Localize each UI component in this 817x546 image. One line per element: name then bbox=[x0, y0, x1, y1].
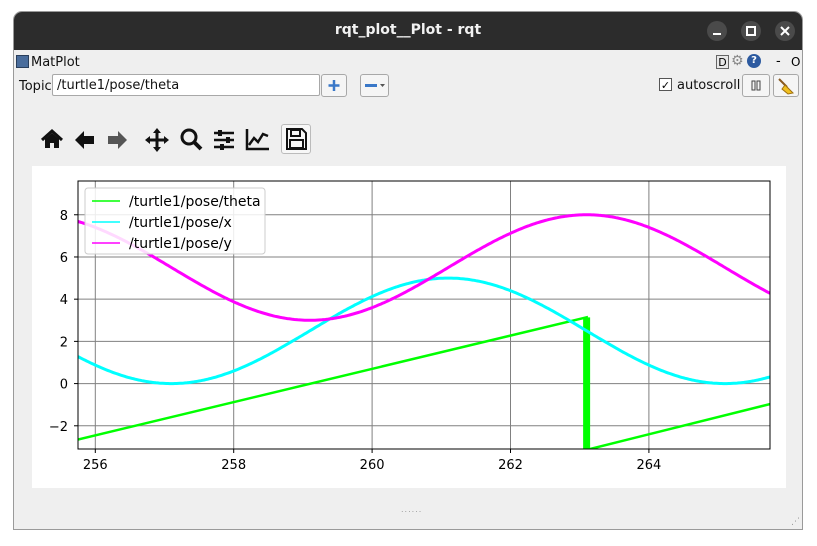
plugin-label: MatPlot bbox=[31, 55, 80, 70]
minimize-icon bbox=[713, 33, 721, 35]
x-axis-ticks: 256 258 260 262 264 bbox=[83, 449, 661, 473]
pan-icon bbox=[145, 128, 169, 152]
plot-canvas[interactable]: 256 258 260 262 264 −2 0 2 4 6 8 /turtle1/pose/th… bbox=[32, 166, 786, 488]
app-window: rqt_plot__Plot - rqt MatPlot D ⚙ ? - O T… bbox=[13, 11, 803, 530]
save-icon bbox=[286, 128, 307, 150]
x-tick-label: 264 bbox=[636, 458, 661, 473]
x-tick-label: 258 bbox=[221, 458, 246, 473]
axes-edit-button[interactable] bbox=[242, 124, 272, 154]
y-tick-label: 0 bbox=[60, 378, 68, 393]
y-tick-label: 4 bbox=[60, 293, 68, 308]
zoom-icon bbox=[180, 128, 203, 151]
resize-grip[interactable]: ...... bbox=[401, 505, 422, 514]
subplots-icon bbox=[214, 130, 234, 150]
topic-input[interactable] bbox=[52, 74, 320, 96]
line-chart: 256 258 260 262 264 −2 0 2 4 6 8 /turtle1/pose/th… bbox=[49, 180, 771, 473]
minus-dropdown-icon bbox=[365, 84, 385, 87]
autoscroll-label: autoscroll bbox=[677, 78, 741, 93]
size-grip-icon[interactable]: ⋰ bbox=[791, 517, 800, 527]
remove-topic-button[interactable] bbox=[360, 74, 389, 97]
topic-row: Topic ✓ autoscroll bbox=[14, 74, 802, 100]
home-icon bbox=[40, 128, 64, 148]
debug-button[interactable]: D bbox=[716, 55, 729, 69]
back-arrow-icon bbox=[75, 131, 94, 149]
plugin-header: MatPlot D ⚙ ? - O bbox=[14, 52, 802, 74]
maximize-button[interactable] bbox=[741, 21, 761, 41]
y-tick-label: 6 bbox=[60, 251, 68, 266]
y-tick-label: 2 bbox=[60, 335, 68, 350]
close-plugin-button[interactable]: O bbox=[791, 55, 800, 69]
forward-button[interactable] bbox=[102, 124, 132, 154]
y-tick-label: 8 bbox=[60, 209, 68, 224]
clear-button[interactable] bbox=[773, 74, 799, 97]
title-bar: rqt_plot__Plot - rqt bbox=[14, 12, 802, 50]
minimize-button[interactable] bbox=[707, 21, 727, 41]
legend-label: /turtle1/pose/y bbox=[129, 236, 232, 252]
pause-button[interactable] bbox=[742, 74, 770, 97]
x-tick-label: 256 bbox=[83, 458, 108, 473]
plus-icon bbox=[328, 80, 340, 91]
axes-edit-icon bbox=[245, 129, 269, 151]
broom-icon bbox=[778, 78, 795, 95]
save-button[interactable] bbox=[281, 124, 311, 154]
topic-label: Topic bbox=[19, 79, 52, 94]
autoscroll-checkbox[interactable]: ✓ bbox=[659, 78, 672, 92]
legend-label: /turtle1/pose/theta bbox=[129, 194, 261, 210]
minimize-plugin-button[interactable]: - bbox=[776, 54, 781, 69]
y-tick-label: −2 bbox=[49, 420, 68, 435]
series-line-1 bbox=[78, 276, 770, 386]
pan-button[interactable] bbox=[142, 124, 172, 154]
add-topic-button[interactable] bbox=[321, 74, 347, 97]
y-axis-ticks: −2 0 2 4 6 8 bbox=[49, 209, 78, 435]
home-button[interactable] bbox=[37, 124, 67, 154]
legend-label: /turtle1/pose/x bbox=[129, 215, 232, 231]
close-icon bbox=[780, 26, 790, 36]
forward-arrow-icon bbox=[108, 131, 127, 149]
matplot-plugin-icon bbox=[16, 55, 29, 68]
zoom-button[interactable] bbox=[176, 124, 206, 154]
gear-icon[interactable]: ⚙ bbox=[731, 53, 744, 69]
close-button[interactable] bbox=[775, 21, 795, 41]
back-button[interactable] bbox=[70, 124, 100, 154]
x-tick-label: 260 bbox=[360, 458, 385, 473]
maximize-icon bbox=[746, 26, 756, 36]
window-title: rqt_plot__Plot - rqt bbox=[334, 22, 482, 38]
x-tick-label: 262 bbox=[498, 458, 523, 473]
pause-icon bbox=[751, 80, 761, 91]
legend: /turtle1/pose/theta/turtle1/pose/x/turtl… bbox=[84, 187, 266, 255]
help-icon[interactable]: ? bbox=[747, 54, 761, 68]
subplots-button[interactable] bbox=[209, 124, 239, 154]
